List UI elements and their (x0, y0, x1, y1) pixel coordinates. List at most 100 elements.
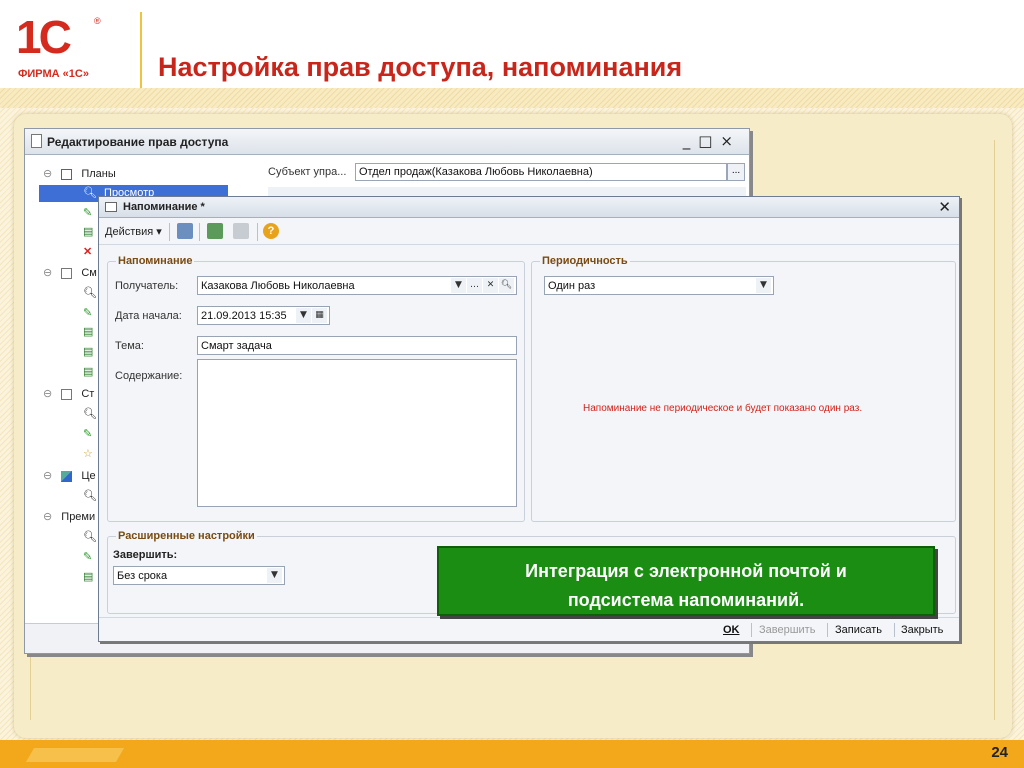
recipient-label: Получатель: (115, 280, 179, 292)
content-textarea[interactable] (197, 359, 517, 507)
tree-item-label: Ст (81, 388, 95, 400)
tree-item-label: Планы (81, 168, 116, 180)
tree-item-bonus[interactable]: ⊖ Преми (43, 510, 95, 528)
reminder-button-bar: OK Завершить Записать Закрыть (99, 617, 959, 641)
access-window-titlebar[interactable]: Редактирование прав доступа _□× (25, 129, 749, 155)
chart-icon (61, 470, 73, 482)
content-label: Содержание: (115, 370, 183, 382)
refresh-icon[interactable] (207, 223, 223, 239)
ellipsis-icon[interactable]: … (467, 278, 482, 293)
feature-callout: Интеграция с электронной почтой и подсис… (437, 546, 935, 616)
delete-icon: ✕ (83, 246, 93, 258)
dropdown-arrow-icon[interactable]: ▼ (296, 308, 311, 323)
reminder-toolbar: Действия ▾ ? (99, 219, 959, 245)
tree-item-view2[interactable]: 🔍︎ (83, 286, 97, 304)
ok-button[interactable]: OK (723, 624, 740, 636)
close-icon[interactable]: × (720, 132, 741, 150)
periodicity-select[interactable]: Один раз ▼ (544, 276, 774, 295)
toolbar-separator (169, 223, 170, 241)
tree-item-label: См (81, 267, 97, 279)
panel-divider (994, 140, 995, 720)
tree-item-doc3[interactable]: ▤ (83, 345, 93, 363)
save-button[interactable]: Записать (835, 624, 882, 636)
tree-item-view5[interactable]: 🔍︎ (83, 530, 97, 548)
finish-value: Без срока (117, 570, 168, 582)
start-date-label: Дата начала: (115, 310, 182, 322)
dropdown-arrow-icon[interactable]: ▼ (756, 278, 771, 293)
save-close-icon[interactable] (177, 223, 193, 239)
start-date-field[interactable]: 21.09.2013 15:35 ▼ ▦ (197, 306, 330, 325)
topic-field[interactable]: Смарт задача (197, 336, 517, 355)
list-icon (61, 388, 73, 400)
company-logo: 1С ® ФИРМА «1С» (16, 11, 101, 80)
logo-text: ФИРМА «1С» (18, 68, 89, 80)
doc-check-icon: ▤ (83, 326, 94, 338)
minimize-icon[interactable]: _ (683, 132, 699, 150)
calendar-icon[interactable]: ▦ (312, 308, 327, 323)
magnifier-icon: 🔍︎ (83, 287, 97, 299)
magnifier-icon: 🔍︎ (83, 490, 97, 502)
close-button[interactable]: Закрыть (901, 624, 943, 636)
dropdown-arrow-icon[interactable]: ▼ (451, 278, 466, 293)
periodicity-message: Напоминание не периодическое и будет пок… (583, 403, 863, 414)
slide-footer (0, 740, 1024, 768)
tree-item-estimates[interactable]: ⊖ См (43, 266, 97, 284)
doc-check-icon: ▤ (83, 226, 94, 238)
toolbar-separator (257, 223, 258, 241)
subject-select-button[interactable]: ... (727, 163, 745, 181)
topic-label: Тема: (115, 340, 144, 352)
magnifier-icon: 🔍︎ (83, 408, 97, 420)
clear-icon[interactable]: ✕ (483, 278, 498, 293)
group-periodicity-label: Периодичность (540, 255, 630, 267)
tree-item-goals[interactable]: ⊖ Це (43, 469, 96, 487)
table-icon (61, 168, 73, 180)
subject-label: Субъект упра... (268, 166, 347, 178)
pencil-icon: ✎ (83, 428, 93, 440)
maximize-icon[interactable]: □ (698, 132, 720, 150)
pencil-icon: ✎ (83, 551, 93, 563)
tree-item-edit5[interactable]: ✎ (83, 550, 92, 568)
recipient-field[interactable]: Казакова Любовь Николаевна ▼ … ✕ 🔍︎ (197, 276, 517, 295)
header-stripe (0, 88, 1024, 108)
tree-item-plans[interactable]: ⊖ Планы (43, 167, 116, 185)
start-date-value: 21.09.2013 15:35 (201, 310, 287, 322)
toolbar-separator (199, 223, 200, 241)
tree-item-view3[interactable]: 🔍︎ (83, 407, 97, 425)
tree-item-delete[interactable]: ✕ (83, 245, 92, 263)
close-icon[interactable]: ✕ (938, 198, 951, 216)
actions-menu[interactable]: Действия ▾ (105, 225, 162, 238)
doc-check-icon: ▤ (83, 346, 94, 358)
attach-icon[interactable] (233, 223, 249, 239)
reminder-title: Напоминание * (123, 201, 205, 213)
tree-item-view4[interactable]: 🔍︎ (83, 489, 97, 507)
tree-item-edit2[interactable]: ✎ (83, 306, 92, 324)
pencil-icon: ✎ (83, 207, 93, 219)
group-periodicity: Периодичность (531, 255, 956, 522)
tree-item-doc[interactable]: ▤ (83, 225, 93, 243)
reminder-titlebar[interactable]: Напоминание * ✕ (99, 197, 959, 218)
document-icon (31, 134, 42, 148)
dropdown-arrow-icon: ▾ (156, 226, 162, 238)
help-icon[interactable]: ? (263, 223, 279, 239)
doc-check-icon: ▤ (83, 366, 94, 378)
tree-item-edit3[interactable]: ✎ (83, 427, 92, 445)
subject-field[interactable]: Отдел продаж(Казакова Любовь Николаевна) (355, 163, 727, 181)
tree-item-articles[interactable]: ⊖ Ст (43, 387, 94, 405)
button-separator (827, 623, 828, 637)
tree-item-label: Це (81, 470, 96, 482)
tree-item-doc2[interactable]: ▤ (83, 325, 93, 343)
group-advanced-label: Расширенные настройки (116, 530, 257, 542)
slide-title: Настройка прав доступа, напоминания (158, 52, 683, 82)
tree-item-doc4[interactable]: ▤ (83, 365, 93, 383)
tree-item-doc5[interactable]: ▤ (83, 570, 93, 588)
slide-header: 1С ® ФИРМА «1С» Настройка прав доступа, … (0, 0, 1024, 108)
periodicity-value: Один раз (548, 280, 596, 292)
dropdown-arrow-icon[interactable]: ▼ (267, 568, 282, 583)
finish-button[interactable]: Завершить (759, 624, 815, 636)
finish-select[interactable]: Без срока ▼ (113, 566, 285, 585)
window-controls: _□× (683, 132, 741, 150)
tree-item-star[interactable]: ☆ (83, 447, 93, 465)
tree-item-edit[interactable]: ✎ (83, 206, 92, 224)
callout-line-1: Интеграция с электронной почтой и (525, 561, 847, 581)
search-icon[interactable]: 🔍︎ (499, 278, 514, 293)
